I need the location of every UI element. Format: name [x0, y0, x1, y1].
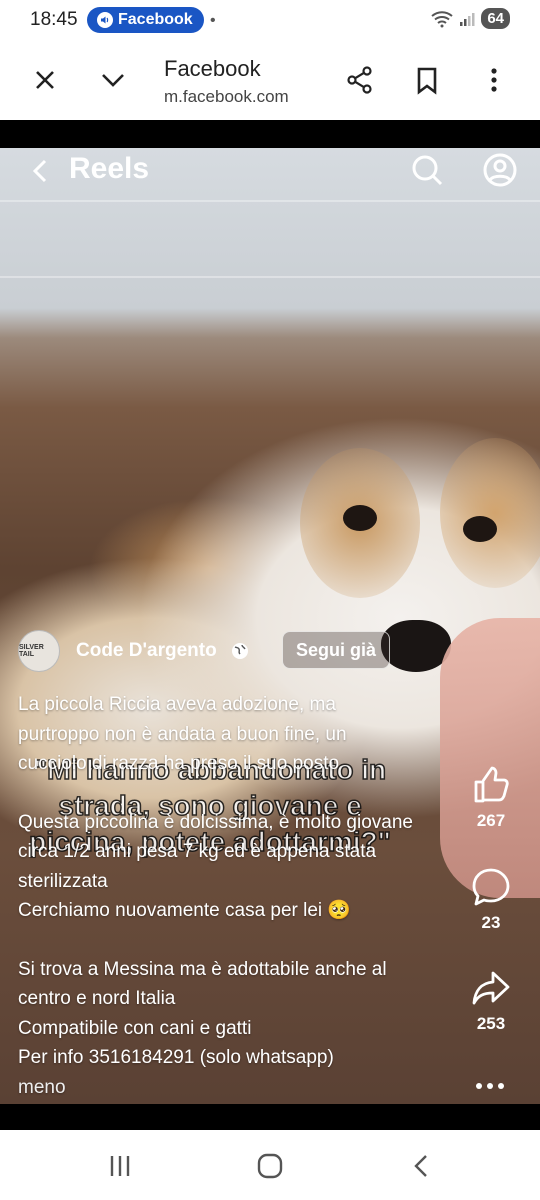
signal-icon [460, 12, 475, 26]
search-icon[interactable] [409, 152, 445, 188]
author-name[interactable]: Code D'argento [76, 640, 217, 662]
post-author[interactable]: SILVER TAIL Code D'argento [18, 630, 249, 672]
hand [440, 618, 540, 898]
caption-paragraph: Si trova a Messina ma è adottabile anche… [18, 958, 387, 1010]
more-vertical-icon[interactable] [478, 64, 510, 96]
dog-eye [463, 516, 497, 542]
browser-toolbar: Facebook m.facebook.com [0, 40, 540, 120]
share-count: 253 [476, 1014, 506, 1033]
back-nav-icon[interactable] [408, 1152, 436, 1180]
caption-paragraph: Cerchiamo nuovamente casa per lei 🥺 [18, 900, 352, 921]
post-caption[interactable]: La piccola Riccia aveva adozione, ma pur… [18, 690, 418, 1102]
reels-title: Reels [69, 152, 150, 185]
system-icons: 64 [431, 8, 510, 29]
comment-count: 23 [481, 913, 501, 932]
wall-panel-line [0, 276, 540, 278]
caption-paragraph: Per info 3516184291 (solo whatsapp) [18, 1047, 334, 1068]
share-icon[interactable] [344, 64, 376, 96]
thumbs-up-icon [474, 766, 509, 803]
back-icon[interactable] [26, 156, 56, 186]
facebook-pill[interactable]: Facebook [87, 7, 204, 33]
like-count: 267 [476, 811, 506, 830]
caption-paragraph: La piccola Riccia aveva adozione, ma pur… [18, 694, 347, 774]
wifi-icon [431, 10, 453, 27]
dog-eye [343, 505, 377, 531]
caption-paragraph: Compatibile con cani e gatti [18, 1017, 252, 1039]
page-url[interactable]: m.facebook.com [164, 87, 289, 107]
more-options-icon[interactable] [476, 1083, 504, 1089]
like-button[interactable]: 267 [466, 765, 516, 831]
close-icon[interactable] [29, 64, 61, 96]
notification-dot: • [210, 12, 216, 29]
page-title: Facebook [164, 56, 261, 81]
status-bar: 18:45 Facebook • 64 [0, 0, 540, 40]
share-reel-button[interactable]: 253 [466, 968, 516, 1034]
wall-panel-line [0, 200, 540, 202]
home-icon[interactable] [256, 1152, 284, 1180]
comment-icon [472, 868, 510, 906]
avatar[interactable]: SILVER TAIL [18, 630, 60, 672]
system-nav-bar [0, 1130, 540, 1200]
facebook-pill-label: Facebook [118, 11, 193, 28]
battery-indicator: 64 [481, 8, 510, 29]
clock: 18:45 [30, 9, 78, 30]
comment-button[interactable]: 23 [466, 867, 516, 933]
volume-icon [97, 12, 113, 28]
bookmark-icon[interactable] [411, 64, 443, 96]
recent-apps-icon[interactable] [106, 1152, 134, 1180]
less-link[interactable]: meno [18, 1073, 418, 1103]
reels-header: Reels [0, 148, 540, 198]
dog-ear [440, 438, 540, 588]
globe-icon [231, 643, 248, 659]
chevron-down-icon[interactable] [97, 64, 129, 96]
share-arrow-icon [472, 971, 510, 1005]
follow-button[interactable]: Segui già [282, 631, 391, 669]
caption-paragraph: Questa piccolina è dolcissima, è molto g… [18, 811, 413, 892]
profile-icon[interactable] [482, 152, 518, 188]
